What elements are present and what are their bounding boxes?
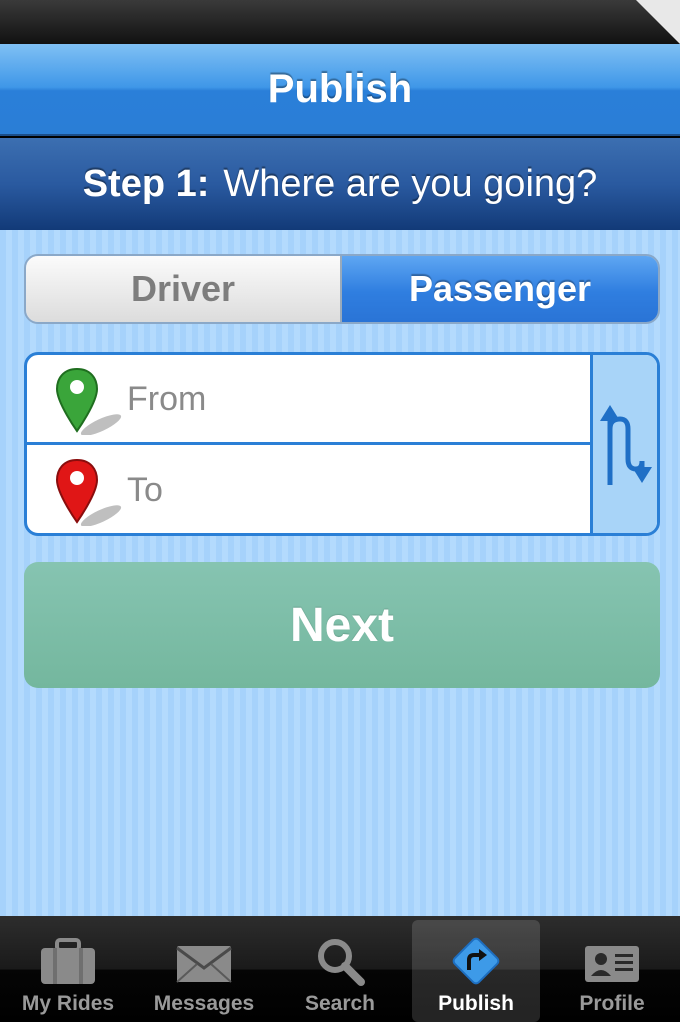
tab-label: Profile [579,992,645,1015]
tab-bar: My Rides Messages Search Publish Profile [0,916,680,1022]
tab-label: Publish [438,992,514,1015]
segment-driver[interactable]: Driver [26,256,342,322]
tab-label: Search [304,992,376,1015]
swap-arrows-icon [600,405,652,485]
from-input[interactable] [127,369,577,429]
tab-search[interactable]: Search [276,920,404,1022]
tab-messages[interactable]: Messages [140,920,268,1022]
tab-label: Messages [153,992,255,1015]
magnifier-icon [318,939,365,986]
to-row [27,446,593,533]
step-question: Where are you going? [223,162,598,205]
swap-route-button[interactable] [590,355,657,533]
segment-passenger[interactable]: Passenger [342,256,658,322]
page-curl-corner [636,0,680,44]
page-title: Publish [267,66,413,111]
navigation-bar: Publish [0,44,680,136]
role-segmented-control: Driver Passenger [24,254,660,324]
green-pin-icon [55,367,122,435]
status-bar [0,0,680,44]
tab-label: My Rides [21,992,115,1015]
step-header: Step 1: Where are you going? [0,138,680,230]
envelope-icon [176,946,232,983]
tab-profile[interactable]: Profile [548,920,676,1022]
step-number: Step 1: [82,162,210,205]
content-area: Driver Passenger From To Next [0,230,680,916]
id-card-icon [585,946,639,982]
route-form [24,352,660,536]
next-button[interactable]: Next [24,562,660,688]
from-row [27,355,593,445]
tab-my-rides[interactable]: My Rides [4,920,132,1022]
to-input[interactable] [127,460,577,520]
briefcase-icon [41,938,95,984]
publish-icon [452,937,500,985]
tab-publish[interactable]: Publish [412,920,540,1022]
red-pin-icon [55,458,122,526]
